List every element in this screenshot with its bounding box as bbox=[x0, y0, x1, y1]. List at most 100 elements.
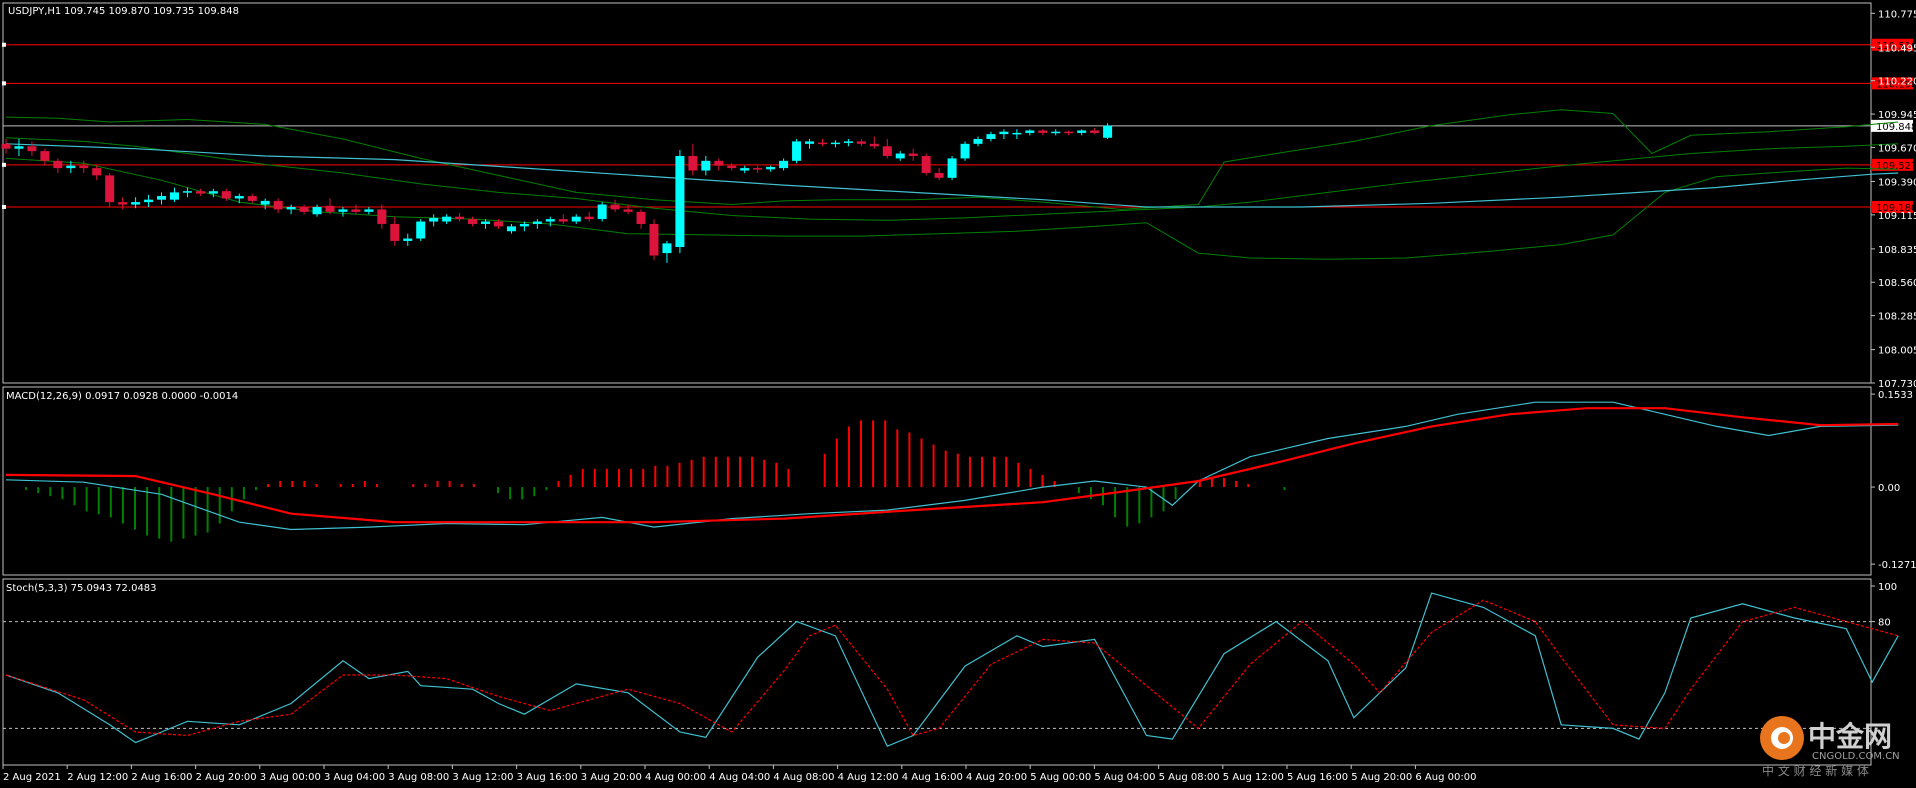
time-tick-label-1: 2 Aug 12:00 bbox=[67, 772, 128, 783]
candle-body-56 bbox=[727, 165, 737, 169]
candle-body-5 bbox=[66, 165, 76, 169]
time-tick-label-19: 5 Aug 12:00 bbox=[1223, 772, 1284, 783]
candle-body-58 bbox=[753, 168, 763, 170]
level-marker-2 bbox=[2, 162, 6, 167]
stoch-panel-frame bbox=[2, 578, 1872, 766]
candle-body-26 bbox=[338, 209, 348, 212]
cngold-watermark: 中金网 CNGOLD.COM.CN 中 文 财 经 新 媒 体 bbox=[1760, 716, 1900, 778]
candle-body-85 bbox=[1103, 125, 1113, 138]
candle-body-70 bbox=[908, 153, 918, 156]
candle-body-40 bbox=[519, 223, 529, 227]
candle-body-8 bbox=[105, 175, 115, 203]
candle-body-10 bbox=[131, 202, 141, 205]
price-tick-label-3: 109.945 bbox=[1878, 110, 1916, 121]
time-tick-label-6: 3 Aug 08:00 bbox=[388, 772, 449, 783]
candle-body-77 bbox=[999, 131, 1009, 135]
watermark-cn: 中金网 bbox=[1808, 720, 1892, 753]
candle-body-23 bbox=[299, 206, 309, 212]
candle-body-72 bbox=[934, 172, 944, 178]
candle-body-11 bbox=[144, 199, 154, 203]
candle-body-55 bbox=[714, 160, 724, 166]
price-tick-label-10: 108.005 bbox=[1878, 346, 1916, 357]
candle-body-37 bbox=[481, 221, 491, 224]
macd-panel bbox=[5, 401, 1899, 542]
stoch-main-line bbox=[5, 592, 1899, 747]
time-tick-label-4: 3 Aug 00:00 bbox=[260, 772, 321, 783]
candle-body-12 bbox=[157, 196, 167, 200]
candle-body-32 bbox=[416, 221, 426, 239]
candle-body-17 bbox=[221, 191, 231, 199]
candle-body-52 bbox=[675, 155, 685, 248]
price-tick-label-11: 107.730 bbox=[1878, 379, 1916, 390]
candle-body-24 bbox=[312, 206, 322, 215]
time-tick-label-20: 5 Aug 16:00 bbox=[1287, 772, 1348, 783]
candle-body-0 bbox=[1, 143, 11, 149]
price-tick-label-2: 110.220 bbox=[1878, 77, 1916, 88]
price-tick-label-6: 109.115 bbox=[1878, 211, 1916, 222]
time-tick-label-22: 6 Aug 00:00 bbox=[1415, 772, 1476, 783]
candle-body-66 bbox=[856, 141, 866, 144]
time-tick-label-18: 5 Aug 08:00 bbox=[1159, 772, 1220, 783]
time-tick-label-7: 3 Aug 12:00 bbox=[452, 772, 513, 783]
candle-body-69 bbox=[895, 153, 905, 159]
macd-tick-label-2: -0.1271 bbox=[1878, 560, 1916, 571]
candle-body-22 bbox=[286, 206, 296, 210]
watermark-en: CNGOLD.COM.CN bbox=[1812, 751, 1900, 762]
candle-body-4 bbox=[53, 160, 63, 169]
candle-body-27 bbox=[351, 209, 361, 212]
candle-body-29 bbox=[377, 209, 387, 224]
stoch-signal-line bbox=[5, 599, 1899, 737]
candle-body-68 bbox=[882, 146, 892, 156]
candle-body-75 bbox=[973, 138, 983, 144]
candle-body-63 bbox=[817, 142, 827, 145]
watermark-sub: 中 文 财 经 新 媒 体 bbox=[1762, 763, 1869, 778]
candle-body-19 bbox=[247, 196, 257, 201]
candle-body-46 bbox=[597, 204, 607, 220]
time-tick-label-13: 4 Aug 12:00 bbox=[838, 772, 899, 783]
candle-body-42 bbox=[545, 219, 555, 222]
macd-tick-label-0: 0.1533 bbox=[1878, 390, 1913, 401]
candle-body-71 bbox=[921, 155, 931, 173]
price-tick-label-9: 108.285 bbox=[1878, 312, 1916, 323]
time-tick-label-15: 4 Aug 20:00 bbox=[966, 772, 1027, 783]
candle-body-33 bbox=[429, 217, 439, 222]
candle-body-16 bbox=[208, 191, 218, 194]
time-tick-label-10: 4 Aug 00:00 bbox=[645, 772, 706, 783]
macd-panel-frame bbox=[2, 386, 1872, 576]
cngold-logo-core-icon bbox=[1778, 732, 1790, 744]
candle-body-74 bbox=[960, 143, 970, 159]
level-marker-1 bbox=[2, 81, 6, 86]
macd-tick-label-1: 0.00 bbox=[1878, 483, 1900, 494]
candle-body-47 bbox=[610, 204, 620, 210]
candle-body-64 bbox=[830, 142, 840, 145]
stoch-tick-label-1: 80 bbox=[1878, 618, 1891, 629]
candle-body-39 bbox=[506, 226, 516, 232]
candle-body-48 bbox=[623, 209, 633, 212]
candle-body-78 bbox=[1012, 132, 1022, 135]
candle-body-45 bbox=[584, 216, 594, 220]
stoch-tick-label-0: 100 bbox=[1878, 582, 1897, 593]
candle-body-31 bbox=[403, 238, 413, 241]
candle-body-73 bbox=[947, 158, 957, 178]
candle-body-84 bbox=[1090, 130, 1100, 133]
candle-body-14 bbox=[182, 191, 192, 193]
candle-body-79 bbox=[1025, 130, 1035, 133]
candle-body-21 bbox=[273, 200, 283, 210]
candle-body-76 bbox=[986, 134, 996, 139]
price-tick-label-5: 109.390 bbox=[1878, 177, 1916, 188]
candle-body-38 bbox=[493, 221, 503, 227]
candle-body-82 bbox=[1064, 131, 1074, 134]
macd-title: MACD(12,26,9) 0.0917 0.0928 0.0000 -0.00… bbox=[6, 391, 238, 402]
usdjpy-chart: 110.516110.198109.527109.180109.848 110.… bbox=[1, 2, 1916, 783]
candle-body-57 bbox=[740, 168, 750, 171]
macd-main-line bbox=[5, 401, 1899, 531]
time-tick-label-2: 2 Aug 16:00 bbox=[131, 772, 192, 783]
candle-body-15 bbox=[195, 191, 205, 194]
candle-body-18 bbox=[234, 196, 244, 199]
candle-body-53 bbox=[688, 155, 698, 171]
candle-body-67 bbox=[869, 143, 879, 147]
candle-body-49 bbox=[636, 211, 646, 224]
candle-body-44 bbox=[571, 216, 581, 222]
price-tick-label-4: 109.670 bbox=[1878, 143, 1916, 154]
candle-body-65 bbox=[843, 141, 853, 143]
